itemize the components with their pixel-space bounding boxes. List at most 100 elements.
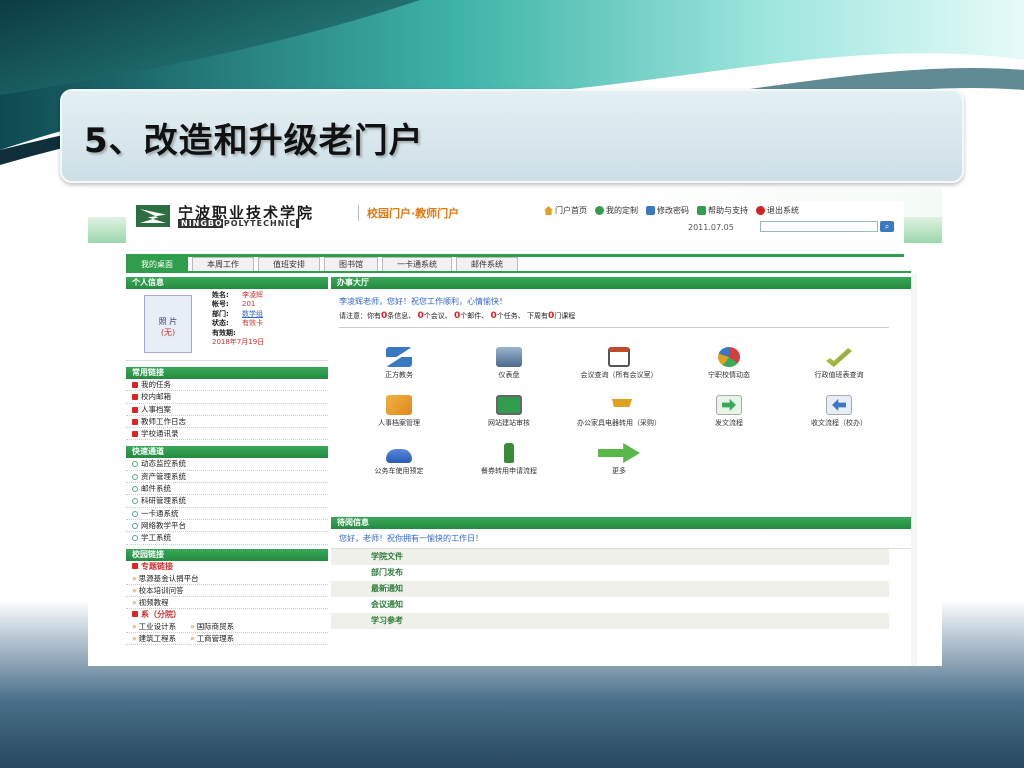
- notice-text: 个会议、: [423, 312, 452, 320]
- dot-icon: »: [132, 585, 137, 595]
- profile-key: 有效期:: [212, 328, 236, 337]
- common-link-item[interactable]: 人事档案: [126, 404, 328, 416]
- message-category[interactable]: 学习参考: [331, 613, 889, 629]
- campus-links-head: 校园链接: [126, 548, 328, 561]
- common-link-item[interactable]: 教师工作日志: [126, 416, 328, 429]
- tab-card-system[interactable]: 一卡通系统: [382, 257, 452, 271]
- tab-my-desktop[interactable]: 我的桌面: [126, 257, 188, 271]
- profile-department-link[interactable]: 数学组: [242, 310, 263, 318]
- app-meeting-query[interactable]: 会议查询（所有会议室）: [571, 347, 667, 380]
- top-link-label: 修改密码: [657, 206, 689, 215]
- top-link-label: 帮助与支持: [708, 206, 748, 215]
- campus-link-item[interactable]: » 思源基金认捐平台: [126, 573, 328, 585]
- avatar-label: 照 片: [158, 317, 178, 326]
- common-link-item[interactable]: 学校通讯录: [126, 428, 328, 441]
- campus-sub-head-topics: 专题链接: [126, 561, 328, 573]
- dot-icon: »: [190, 621, 195, 631]
- tab-mail-system[interactable]: 邮件系统: [456, 257, 518, 271]
- top-link-home[interactable]: 门户首页: [544, 205, 587, 216]
- top-links: 门户首页 我的定制 修改密码 帮助与支持 退出系统: [544, 205, 799, 216]
- slide-title-box: 5、改造和升级老门户: [60, 89, 964, 183]
- message-category[interactable]: 部门发布: [331, 565, 889, 581]
- campus-link-item[interactable]: » 视频教程: [126, 597, 328, 609]
- notice-text: 门课程: [554, 312, 576, 320]
- red-bullet-icon: [132, 431, 138, 438]
- message-category[interactable]: 会议通知: [331, 597, 889, 613]
- red-bullet-icon: [132, 418, 138, 425]
- campus-sub-head-departments: 系（分院）: [126, 609, 328, 621]
- header-green-strip-right: [904, 217, 942, 243]
- quick-channel-item[interactable]: 科研管理系统: [126, 495, 328, 508]
- campus-link-item[interactable]: » 校本培训问答: [126, 585, 328, 597]
- circle-bullet-icon: [132, 535, 138, 542]
- top-link-custom[interactable]: 我的定制: [595, 205, 638, 216]
- app-duty-query[interactable]: 行政值班表查询: [791, 347, 887, 380]
- top-link-password[interactable]: 修改密码: [646, 205, 689, 216]
- profile-info: 姓名: 李凌辉 帐号: 201 部门: 数学组 状态: 有效卡 有效期: 2018年7月…: [212, 291, 264, 347]
- app-incoming-doc[interactable]: 收文流程（校办）: [791, 395, 887, 428]
- app-hr-records[interactable]: 人事档案管理: [351, 395, 447, 428]
- app-school-status[interactable]: 宁职校情动态: [681, 347, 777, 380]
- cart-icon: [606, 395, 632, 407]
- quick-channel-item[interactable]: 一卡通系统: [126, 508, 328, 520]
- tab-duty-schedule[interactable]: 值班安排: [258, 257, 320, 271]
- dot-icon: »: [190, 633, 195, 643]
- circle-bullet-icon: [132, 510, 138, 517]
- app-label: 会议查询（所有会议室）: [580, 371, 658, 379]
- monitor-icon: [496, 347, 522, 367]
- notice-text: 个邮件、: [460, 312, 489, 320]
- campus-link-item[interactable]: » 工业设计系: [132, 621, 176, 632]
- app-dashboard[interactable]: 仪表盘: [461, 347, 557, 380]
- quick-channel-item[interactable]: 学工系统: [126, 532, 328, 545]
- quick-channel-item[interactable]: 资产管理系统: [126, 471, 328, 484]
- campus-link-item[interactable]: » 建筑工程系: [132, 633, 176, 644]
- common-link-item[interactable]: 我的任务: [126, 379, 328, 392]
- notice-prefix: 请注意：你有: [339, 312, 381, 320]
- campus-link-item[interactable]: » 工商管理系: [190, 633, 234, 644]
- message-category[interactable]: 最新通知: [331, 581, 889, 597]
- school-name-en-bold: NINGBO: [181, 219, 223, 228]
- search-button[interactable]: ⌕: [880, 221, 894, 232]
- tabs-underline: [126, 271, 911, 273]
- main-tabs: 我的桌面 本周工作 值班安排 图书馆 一卡通系统 邮件系统: [126, 257, 518, 271]
- quick-channels-head: 快速通道: [126, 446, 328, 459]
- top-link-label: 退出系统: [767, 206, 799, 215]
- tab-weekly-work[interactable]: 本周工作: [192, 257, 254, 271]
- app-zf-academic[interactable]: 正方教务: [351, 347, 447, 380]
- campus-link-item[interactable]: » 国际商贸系: [190, 621, 234, 632]
- profile-row: 有效期:: [212, 329, 264, 338]
- common-link-item[interactable]: 校内邮箱: [126, 391, 328, 404]
- top-link-help[interactable]: 帮助与支持: [697, 205, 748, 216]
- quick-channel-item[interactable]: 邮件系统: [126, 483, 328, 496]
- common-links-list: 我的任务 校内邮箱 人事档案 教师工作日志 学校通讯录: [126, 379, 328, 441]
- profile-value: 201: [242, 300, 256, 309]
- link-label: 学校通讯录: [141, 429, 179, 439]
- circle-bullet-icon: [132, 498, 138, 505]
- app-furniture-transfer[interactable]: 办公家具电器转用（采购）: [571, 395, 667, 428]
- quick-channel-item[interactable]: 网络教学平台: [126, 520, 328, 533]
- top-link-logout[interactable]: 退出系统: [756, 205, 799, 216]
- link-label: 视频教程: [138, 597, 169, 607]
- profile-row: 状态: 有效卡: [212, 319, 264, 328]
- app-meal-ticket[interactable]: 餐券转用申请流程: [461, 443, 557, 476]
- app-label: 正方教务: [385, 371, 413, 379]
- campus-link-row: » 建筑工程系 » 工商管理系: [126, 633, 328, 645]
- app-more[interactable]: 更多: [571, 443, 667, 476]
- pencil-check-icon: [826, 348, 852, 367]
- app-label: 仪表盘: [498, 371, 520, 379]
- quick-channel-item[interactable]: 动态监控系统: [126, 458, 328, 471]
- app-site-review[interactable]: 网站建站审核: [461, 395, 557, 428]
- message-category[interactable]: 学院文件: [331, 549, 889, 565]
- pending-greeting: 您好，老师！祝你拥有一愉快的工作日！: [331, 529, 911, 549]
- scrollbar[interactable]: [911, 273, 917, 666]
- pending-messages-head: 待阅信息: [331, 517, 911, 529]
- search-input[interactable]: [760, 221, 878, 232]
- common-links-head: 常用链接: [126, 367, 328, 379]
- app-car-booking[interactable]: 公务车使用预定: [351, 443, 447, 476]
- tab-library[interactable]: 图书馆: [324, 257, 378, 271]
- app-outgoing-doc[interactable]: 发文流程: [681, 395, 777, 428]
- campus-link-row: » 工业设计系 » 国际商贸系: [126, 621, 328, 633]
- notice-text: 个任务、: [496, 312, 525, 320]
- screen-check-icon: [496, 395, 522, 415]
- red-bullet-icon: [132, 611, 138, 618]
